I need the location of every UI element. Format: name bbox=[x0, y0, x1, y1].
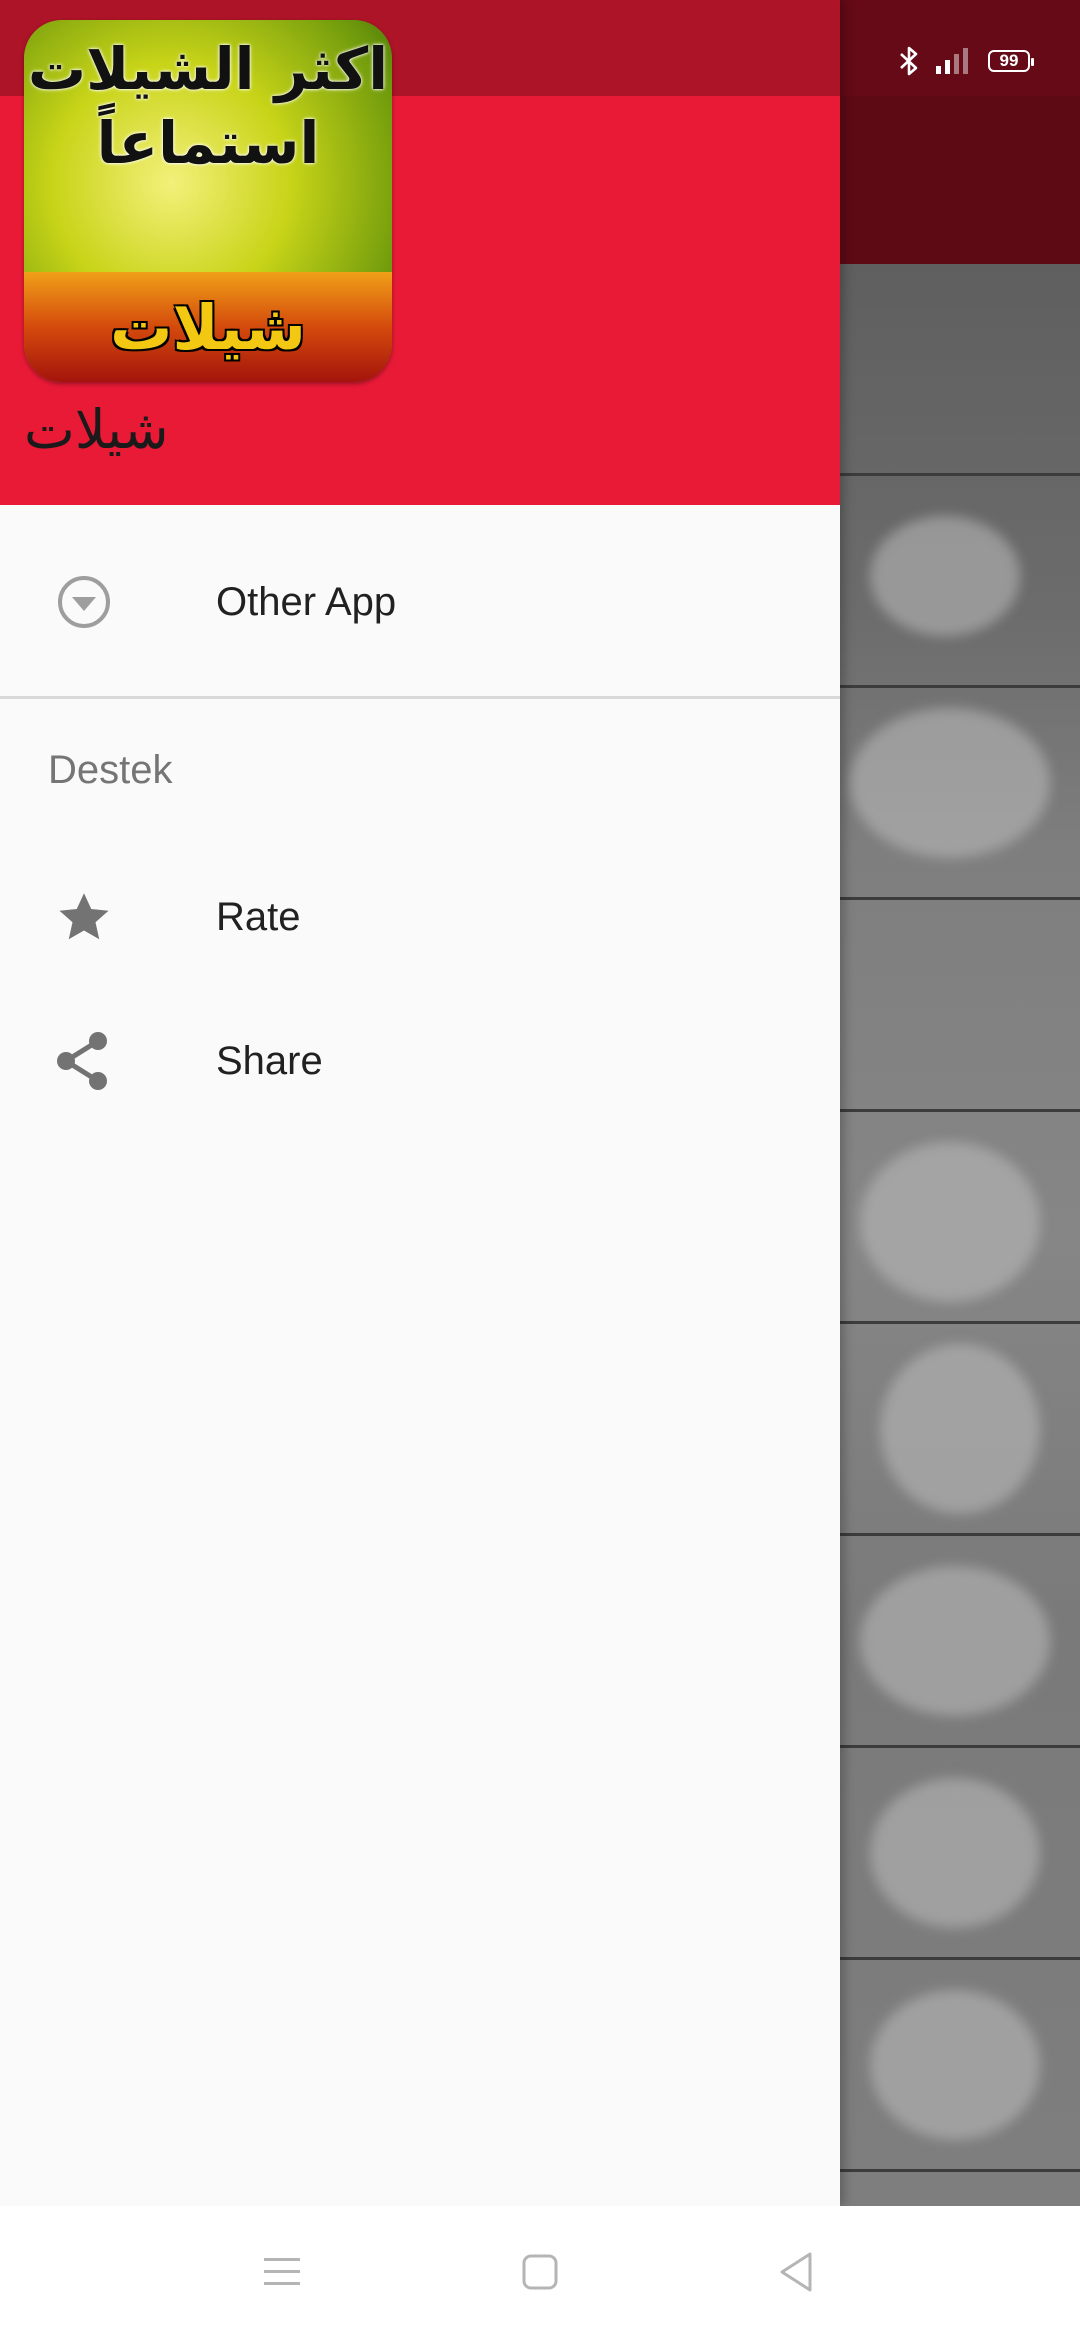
background-list-row bbox=[840, 1536, 1080, 1748]
bluetooth-icon bbox=[898, 46, 920, 76]
logo-text: اكثر الشيلات استماعاً bbox=[27, 35, 389, 177]
menu-item-share[interactable]: Share bbox=[0, 989, 840, 1133]
status-icons: 99 bbox=[898, 46, 1034, 76]
background-list-row bbox=[840, 688, 1080, 900]
star-icon bbox=[54, 887, 114, 947]
background-list-row bbox=[840, 1112, 1080, 1324]
section-title-destek: Destek bbox=[48, 748, 173, 792]
app-logo: اكثر الشيلات استماعاً شيلات bbox=[24, 20, 392, 382]
background-list-row bbox=[840, 900, 1080, 1112]
app-name: شيلات bbox=[24, 398, 169, 461]
navigation-drawer: اكثر الشيلات استماعاً شيلات شيلات Other … bbox=[0, 0, 840, 2206]
background-list-row bbox=[840, 1748, 1080, 1960]
menu-item-label: Other App bbox=[216, 579, 397, 624]
background-list-row bbox=[840, 1960, 1080, 2172]
back-icon[interactable] bbox=[766, 2242, 826, 2302]
dropdown-circle-icon bbox=[54, 572, 114, 632]
menu-item-label: Rate bbox=[216, 894, 301, 939]
system-navigation-bar bbox=[0, 2206, 1080, 2340]
drawer-header: اكثر الشيلات استماعاً شيلات شيلات bbox=[0, 0, 840, 505]
menu-icon[interactable] bbox=[252, 2242, 312, 2302]
menu-item-label: Share bbox=[216, 1038, 323, 1083]
share-icon bbox=[54, 1031, 114, 1091]
signal-icon bbox=[934, 46, 974, 76]
menu-item-rate[interactable]: Rate bbox=[0, 845, 840, 989]
battery-icon: 99 bbox=[988, 50, 1034, 72]
menu-item-other-app[interactable]: Other App bbox=[0, 530, 840, 674]
screen: 99 اكثر الشيلات استماعاً شيلات شيلات Oth… bbox=[0, 0, 1080, 2340]
background-list-row bbox=[840, 476, 1080, 688]
background-list-row bbox=[840, 264, 1080, 476]
home-icon[interactable] bbox=[510, 2242, 570, 2302]
divider bbox=[0, 696, 840, 699]
background-list-row bbox=[840, 1324, 1080, 1536]
logo-badge: شيلات bbox=[110, 291, 306, 364]
